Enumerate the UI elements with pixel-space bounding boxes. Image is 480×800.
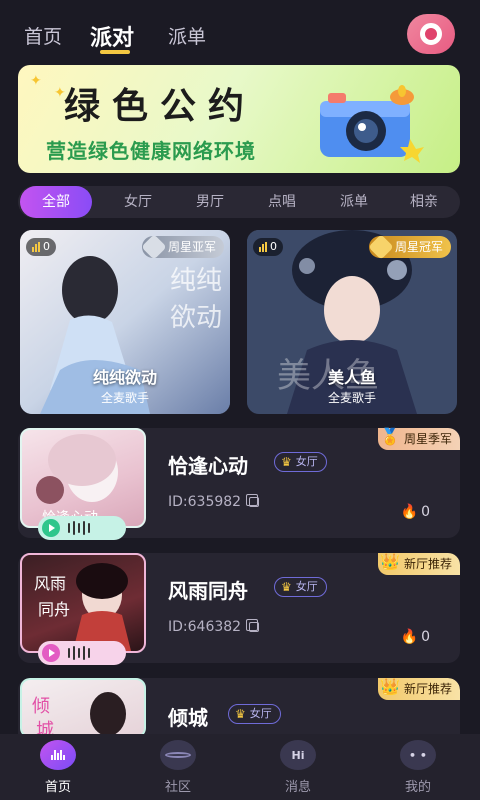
room-cover-art: 恰逢心动	[36, 434, 118, 526]
category-tabs: 全部 女厅 男厅 点唱 派单 相亲	[18, 186, 460, 218]
message-hi-icon: Hi	[280, 740, 316, 770]
room-thumbnail: 风雨 同舟	[20, 553, 146, 653]
room-list-item[interactable]: 恰逢心动 恰逢心动 ♛ 女厅 ID:635982 🔥 0 🏅 周星季军	[18, 427, 460, 540]
online-count: 0	[253, 238, 283, 256]
room-cover-text: 同舟	[38, 600, 70, 619]
room-name: 恰逢心动	[168, 454, 248, 478]
room-name: 倾城	[168, 706, 208, 730]
room-thumbnail: 倾 城	[20, 678, 146, 734]
room-thumbnail: 恰逢心动	[20, 428, 146, 528]
room-type-tag: ♛ 女厅	[274, 577, 327, 597]
category-male[interactable]: 男厅	[182, 186, 238, 218]
featured-room-card[interactable]: 纯纯欲动 0 周星亚军 纯纯欲动 全麦歌手	[20, 230, 230, 414]
room-type-tag: ♛ 女厅	[228, 704, 281, 724]
banner-subtitle: 营造绿色健康网络环境	[46, 139, 256, 163]
fire-icon: 🔥	[400, 629, 419, 645]
room-heat: 🔥 0	[400, 504, 430, 520]
play-icon	[42, 644, 60, 662]
banner-title: 绿色公约	[64, 86, 257, 127]
new-room-ribbon: 👑 新厅推荐	[377, 552, 460, 575]
tab-dispatch[interactable]: 派单	[168, 22, 206, 49]
audio-preview-button[interactable]	[38, 516, 126, 540]
room-cover-art: 风雨 同舟	[34, 563, 131, 651]
active-tab-indicator	[100, 50, 130, 54]
featured-room-card[interactable]: 美人鱼 0 周星冠军 美人鱼 全麦歌手	[247, 230, 457, 414]
room-cover-art: 倾 城	[32, 692, 126, 734]
copy-icon[interactable]	[246, 619, 259, 632]
signal-icon	[259, 242, 267, 252]
bottom-tab-home[interactable]: 首页	[18, 740, 98, 795]
crown-icon: 👑	[379, 678, 400, 696]
audio-preview-button[interactable]	[38, 641, 126, 665]
room-cover-text: 风雨	[34, 574, 66, 593]
featured-room-sub: 全麦歌手	[100, 391, 149, 405]
copy-icon[interactable]	[246, 494, 259, 507]
crown-icon: ♛	[281, 580, 292, 594]
camera-icon	[320, 85, 424, 163]
sparkle-icon: ✦	[30, 73, 42, 89]
room-name: 风雨同舟	[168, 579, 248, 603]
online-count: 0	[26, 238, 56, 256]
fire-icon: 🔥	[400, 504, 419, 520]
category-all[interactable]: 全部	[20, 186, 92, 218]
waveform-icon	[68, 521, 90, 535]
category-sing[interactable]: 点唱	[254, 186, 310, 218]
room-id: ID:635982	[168, 494, 242, 510]
featured-room-name: 美人鱼	[327, 368, 376, 387]
crown-icon: ♛	[235, 707, 246, 721]
tab-home[interactable]: 首页	[24, 22, 62, 49]
green-pact-banner[interactable]: ✦ ✦ 绿色公约 营造绿色健康网络环境	[18, 65, 460, 173]
featured-art-text: 纯纯欲动	[170, 266, 223, 333]
bottom-tab-bar: 首页 社区 Hi 消息 • • 我的	[0, 734, 480, 800]
crown-icon: ♛	[281, 455, 292, 469]
home-wave-icon	[40, 740, 76, 770]
profile-face-icon: • •	[400, 740, 436, 770]
planet-icon	[160, 740, 196, 770]
play-icon	[42, 519, 60, 537]
category-dispatch[interactable]: 派单	[326, 186, 382, 218]
crown-icon: 👑	[379, 552, 400, 571]
bottom-tab-community[interactable]: 社区	[138, 740, 218, 795]
bottom-tab-messages[interactable]: Hi 消息	[258, 740, 338, 795]
bottom-tab-profile[interactable]: • • 我的	[378, 740, 458, 795]
room-list-item[interactable]: 倾 城 倾城 ♛ 女厅 👑 新厅推荐	[18, 678, 460, 734]
bronze-medal-icon: 🏅	[379, 427, 400, 446]
room-type-tag: ♛ 女厅	[274, 452, 327, 472]
rank-badge: 周星冠军	[368, 234, 451, 260]
room-cover-text: 倾	[32, 696, 50, 717]
new-room-ribbon: 👑 新厅推荐	[377, 678, 460, 700]
rank-ribbon: 🏅 周星季军	[377, 427, 460, 450]
category-dating[interactable]: 相亲	[396, 186, 452, 218]
room-id: ID:646382	[168, 619, 242, 635]
record-icon	[420, 23, 442, 45]
rank-badge: 周星亚军	[141, 234, 224, 260]
top-nav: 首页 派对 派单	[0, 0, 480, 62]
live-button[interactable]	[407, 14, 455, 54]
signal-icon	[32, 242, 40, 252]
featured-room-sub: 全麦歌手	[327, 391, 376, 405]
waveform-icon	[68, 646, 90, 660]
room-heat: 🔥 0	[400, 629, 430, 645]
tab-party[interactable]: 派对	[90, 20, 134, 52]
category-female[interactable]: 女厅	[110, 186, 166, 218]
featured-room-name: 纯纯欲动	[92, 368, 157, 387]
room-list-item[interactable]: 风雨 同舟 风雨同舟 ♛ 女厅 ID:646382 🔥 0 👑 新厅推荐	[18, 552, 460, 665]
room-cover-text: 城	[36, 720, 54, 734]
